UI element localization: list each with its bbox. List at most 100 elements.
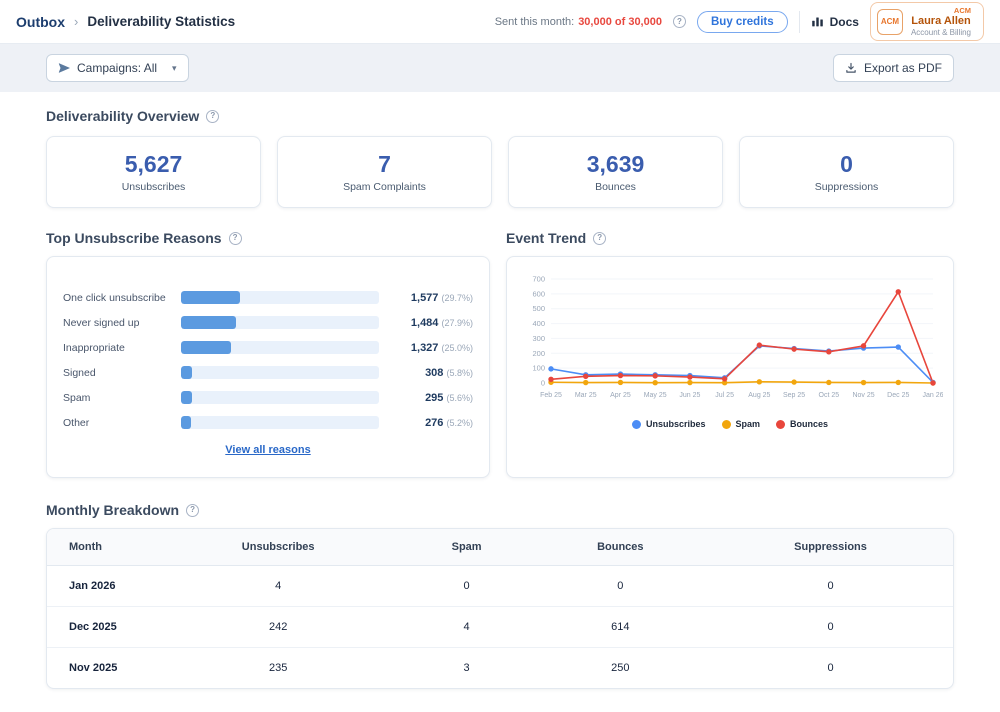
legend-label: Bounces: [790, 419, 829, 429]
breadcrumb: Outbox › Deliverability Statistics: [16, 14, 235, 30]
reason-label: Never signed up: [63, 316, 140, 329]
account-subtitle: Account & Billing: [910, 27, 971, 37]
table-cell: 0: [708, 565, 953, 607]
event-trend-section-title: Event Trend ?: [506, 230, 954, 246]
event-trend-chart: 0 100 200 300 400 500 600 700 Feb 25 Mar 25 Apr 25…: [532, 275, 943, 400]
info-icon[interactable]: ?: [186, 503, 200, 517]
two-column-section: Top Unsubscribe Reasons ? One click unsu…: [46, 230, 954, 478]
chevron-down-icon: ▾: [172, 62, 177, 73]
reason-label: Signed: [63, 366, 96, 379]
svg-text:Apr 25: Apr 25: [610, 392, 631, 399]
info-icon[interactable]: ?: [228, 231, 242, 245]
stat-label: Suppressions: [814, 181, 879, 193]
reason-bar-track: [181, 341, 379, 354]
filter-bar: Campaigns: All ▾ Export as PDF: [0, 44, 1000, 92]
table-cell: 0: [532, 565, 709, 607]
table-cell: 614: [532, 606, 709, 648]
stat-value: 3,639: [586, 151, 645, 177]
svg-text:Jan 26: Jan 26: [922, 392, 943, 399]
reasons-section-title: Top Unsubscribe Reasons ?: [46, 230, 490, 246]
reason-value: 276 (5.2%): [425, 416, 473, 429]
monthly-table-body: Jan 2026 4 0 0 0 Dec 2025 242 4 614 0 Nov 2025 235 3…: [47, 565, 953, 689]
reason-label: One click unsubscribe: [63, 291, 166, 304]
table-cell: 0: [827, 662, 834, 674]
reason-value: 1,577 (29.7%): [410, 291, 473, 304]
table-cell: 4: [400, 606, 533, 648]
sent-this-month: Sent this month: 30,000 of 30,000: [495, 16, 662, 28]
reason-bar-fill: [181, 291, 240, 304]
info-icon[interactable]: ?: [206, 109, 220, 123]
info-icon[interactable]: ?: [593, 231, 607, 245]
table-cell: Dec 2025: [47, 606, 156, 648]
campaigns-filter-select[interactable]: Campaigns: All ▾: [46, 54, 189, 82]
event-trend-title-text: Event Trend: [506, 230, 587, 246]
buy-credits-button[interactable]: Buy credits: [696, 10, 788, 33]
account-name: Laura Allen: [911, 14, 971, 27]
breadcrumb-separator-icon: ›: [74, 14, 79, 29]
monthly-title-text: Monthly Breakdown: [46, 502, 180, 518]
svg-text:Mar 25: Mar 25: [575, 392, 597, 399]
svg-text:May 25: May 25: [644, 392, 667, 399]
event-trend-panel: 0 100 200 300 400 500 600 700 Feb 25 Mar 25 Apr 25…: [506, 256, 954, 478]
reason-bar-track: [181, 316, 379, 329]
svg-text:Dec 25: Dec 25: [887, 392, 909, 399]
reason-value: 1,327 (25.0%): [410, 341, 473, 354]
view-all-reasons-link[interactable]: View all reasons: [63, 444, 473, 456]
avatar: ACM: [876, 8, 903, 35]
account-org: ACM: [953, 5, 971, 15]
legend-item: Unsubscribes: [631, 419, 706, 429]
export-pdf-button[interactable]: Export as PDF: [832, 54, 954, 82]
table-cell: 4: [155, 565, 401, 607]
table-cell: 0: [708, 606, 953, 648]
svg-text:Aug 25: Aug 25: [748, 392, 770, 399]
reason-bar-track: [181, 366, 379, 379]
account-menu[interactable]: ACM ACM Laura Allen Account & Billing: [869, 1, 984, 42]
table-cell: 0: [400, 565, 533, 607]
legend-dot: [776, 419, 786, 429]
info-icon[interactable]: ?: [672, 15, 686, 28]
main-content: Deliverability Overview ? 5,627 Unsubscri…: [0, 92, 1000, 689]
header-actions: Sent this month: 30,000 of 30,000 ? Buy …: [495, 1, 984, 42]
table-row: Jan 2026 4 0 0 0: [47, 565, 953, 607]
reason-value: 1,484 (27.9%): [410, 316, 473, 329]
svg-text:Sep 25: Sep 25: [783, 392, 805, 399]
sent-label: Sent this month:: [494, 15, 575, 28]
reason-bar-fill: [181, 316, 237, 329]
overview-title-text: Deliverability Overview: [46, 108, 200, 124]
divider: [798, 10, 800, 33]
svg-text:700: 700: [532, 275, 545, 284]
stat-value: 5,627: [124, 151, 183, 177]
legend-dot: [631, 419, 641, 429]
column-header: Suppressions: [708, 529, 953, 566]
monthly-table: Month Unsubscribes Spam Bounces Suppressions…: [47, 529, 953, 688]
chart-legend: Unsubscribes Spam Bounces: [517, 419, 943, 429]
reason-bar-track: [181, 391, 379, 404]
docs-icon: [811, 17, 823, 27]
unsubscribe-reasons-panel: One click unsubscribe 1,577 (29.7%) Never …: [46, 256, 490, 478]
breadcrumb-outbox[interactable]: Outbox: [16, 14, 65, 30]
table-row: Dec 2025 242 4 614 0: [47, 606, 953, 648]
svg-text:100: 100: [532, 364, 545, 373]
svg-text:Oct 25: Oct 25: [819, 392, 840, 399]
reason-label: Other: [63, 416, 90, 429]
legend-dot: [721, 419, 731, 429]
legend-item: Bounces: [776, 419, 828, 429]
svg-text:Jul 25: Jul 25: [715, 392, 734, 399]
legend-label: Spam: [735, 419, 761, 429]
docs-link[interactable]: Docs: [811, 15, 859, 29]
stat-card: 0 Suppressions: [739, 136, 954, 208]
column-header: Spam: [400, 529, 533, 566]
sent-count: 30,000 of 30,000: [578, 15, 662, 28]
monthly-table-header-row: Month Unsubscribes Spam Bounces Suppressions: [47, 529, 953, 566]
stat-card: 3,639 Bounces: [508, 136, 723, 208]
svg-text:400: 400: [532, 319, 545, 328]
table-cell: 242: [155, 606, 401, 648]
reason-label: Spam: [63, 391, 91, 404]
table-cell: 235: [268, 662, 288, 674]
account-info: ACM Laura Allen Account & Billing: [911, 6, 971, 38]
campaigns-filter-label: Campaigns: All: [77, 61, 158, 75]
reason-row: Spam 295 (5.6%): [63, 391, 473, 404]
svg-text:Nov 25: Nov 25: [852, 392, 874, 399]
stat-card: 7 Spam Complaints: [277, 136, 492, 208]
monthly-section-title: Monthly Breakdown ?: [46, 502, 954, 518]
